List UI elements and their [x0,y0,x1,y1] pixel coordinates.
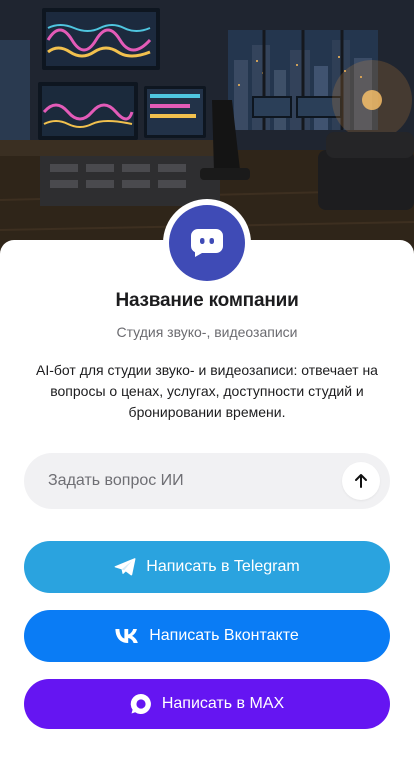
vk-button-label: Написать Вконтакте [149,627,299,644]
telegram-button[interactable]: Написать в Telegram [24,541,390,593]
telegram-icon [114,557,136,577]
bot-chat-icon [169,205,245,281]
ask-ai-field [24,453,390,509]
telegram-button-label: Написать в Telegram [146,558,300,575]
company-avatar [163,199,251,287]
max-button[interactable]: Написать в MAX [24,679,390,729]
max-icon [130,693,152,715]
company-subtitle: Студия звуко-, видеозаписи [116,324,298,340]
max-button-label: Написать в MAX [161,695,285,712]
send-button[interactable] [342,462,380,500]
company-name: Название компании [115,290,299,311]
company-description: AI-бот для студии звуко- и видеозаписи: … [36,362,378,420]
vk-icon [115,629,139,643]
ask-ai-input[interactable] [48,453,348,509]
vk-button[interactable]: Написать Вконтакте [24,610,390,662]
arrow-up-icon [353,473,369,489]
